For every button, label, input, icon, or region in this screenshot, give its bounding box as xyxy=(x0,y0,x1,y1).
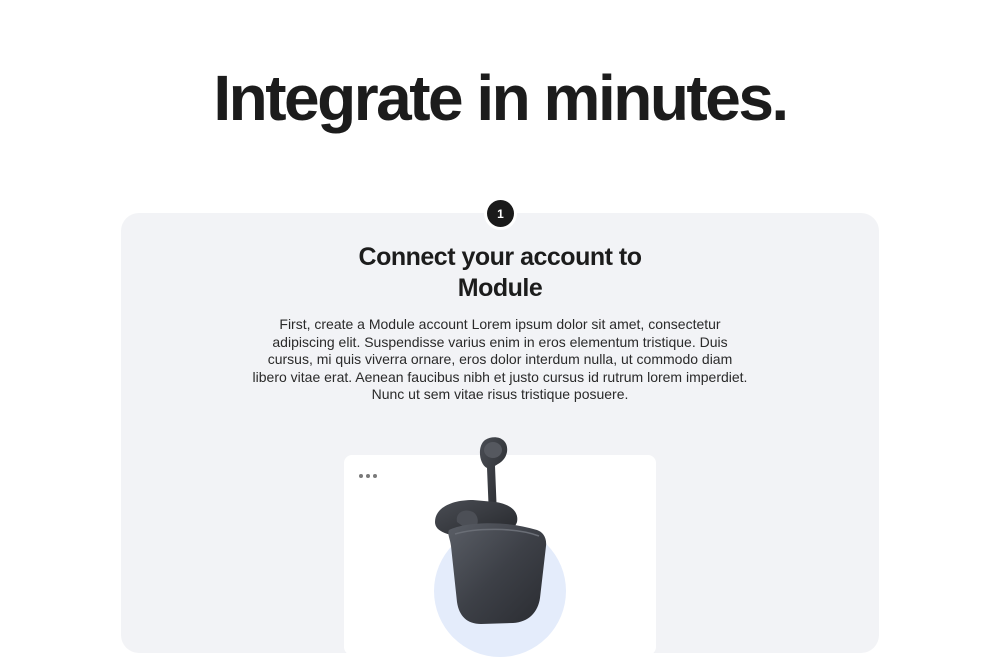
step-title: Connect your account to Module xyxy=(358,243,642,302)
hero-title: Integrate in minutes. xyxy=(213,62,789,134)
step-number-badge: 1 xyxy=(487,200,514,227)
earbuds-case-image xyxy=(435,437,547,624)
step-description: First, create a Module account Lorem ips… xyxy=(252,316,748,403)
more-dots-icon[interactable] xyxy=(359,474,377,478)
